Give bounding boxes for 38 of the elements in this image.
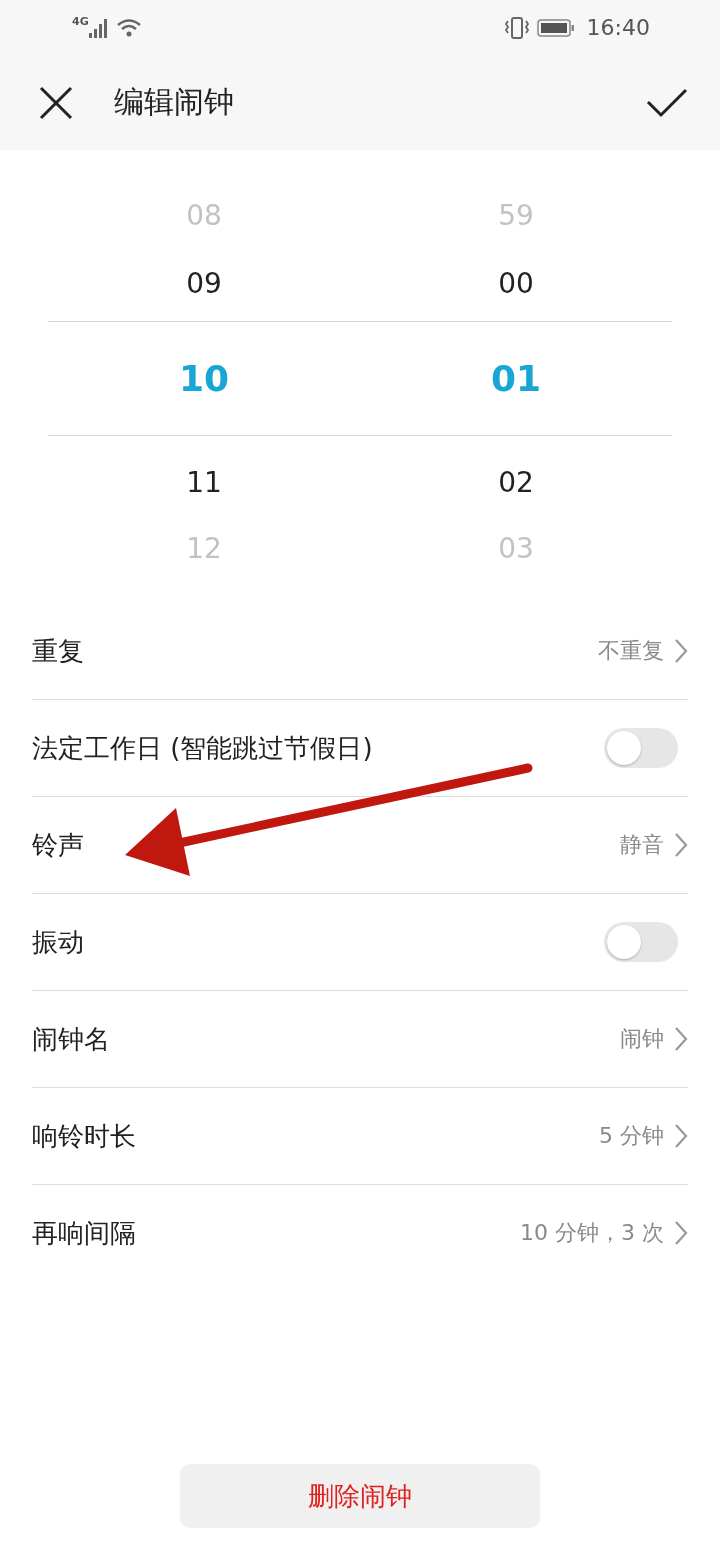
chevron-icon[interactable] bbox=[674, 638, 688, 664]
setting-label: 响铃时长 bbox=[32, 1119, 137, 1153]
chevron-icon[interactable] bbox=[674, 1220, 688, 1246]
picker-value[interactable]: 59 bbox=[498, 198, 534, 232]
picker-value[interactable]: 02 bbox=[498, 465, 534, 499]
picker-value[interactable]: 01 bbox=[490, 358, 542, 399]
picker-value[interactable]: 10 bbox=[178, 358, 230, 399]
toggle-switch[interactable] bbox=[604, 728, 678, 768]
setting-label: 再响间隔 bbox=[32, 1216, 137, 1250]
setting-label: 铃声 bbox=[32, 828, 85, 862]
setting-label: 重复 bbox=[32, 634, 85, 668]
setting-value[interactable]: 10 分钟，3 次 bbox=[520, 1218, 664, 1248]
vibrate-icon bbox=[502, 15, 531, 40]
picker-value[interactable]: 03 bbox=[498, 531, 534, 565]
chevron-icon[interactable] bbox=[674, 1123, 688, 1149]
setting-value[interactable]: 闹钟 bbox=[620, 1024, 664, 1054]
toggle-switch[interactable] bbox=[604, 922, 678, 962]
chevron-icon[interactable] bbox=[674, 1026, 688, 1052]
picker-value[interactable]: 11 bbox=[186, 465, 222, 499]
screen-title: 编辑闹钟 bbox=[114, 83, 235, 121]
clock-time: 16:40 bbox=[586, 15, 650, 40]
setting-label: 振动 bbox=[32, 925, 85, 959]
check-icon[interactable] bbox=[646, 87, 688, 118]
setting-label: 闹钟名 bbox=[32, 1022, 111, 1056]
close-icon[interactable] bbox=[38, 84, 74, 121]
setting-value[interactable]: 静音 bbox=[620, 830, 664, 860]
setting-label: 法定工作日 (智能跳过节假日) bbox=[32, 731, 374, 765]
picker-value[interactable]: 08 bbox=[186, 198, 222, 232]
chevron-icon[interactable] bbox=[674, 832, 688, 858]
setting-value[interactable]: 5 分钟 bbox=[599, 1121, 664, 1151]
battery-icon bbox=[536, 17, 575, 38]
picker-value[interactable]: 09 bbox=[186, 267, 222, 300]
picker-value[interactable]: 12 bbox=[186, 531, 222, 565]
network-type: 4G bbox=[72, 15, 89, 28]
picker-value[interactable]: 00 bbox=[498, 267, 534, 300]
delete-alarm-button[interactable]: 删除闹钟 bbox=[180, 1464, 540, 1528]
setting-value[interactable]: 不重复 bbox=[598, 636, 664, 666]
wifi-icon bbox=[116, 17, 143, 38]
